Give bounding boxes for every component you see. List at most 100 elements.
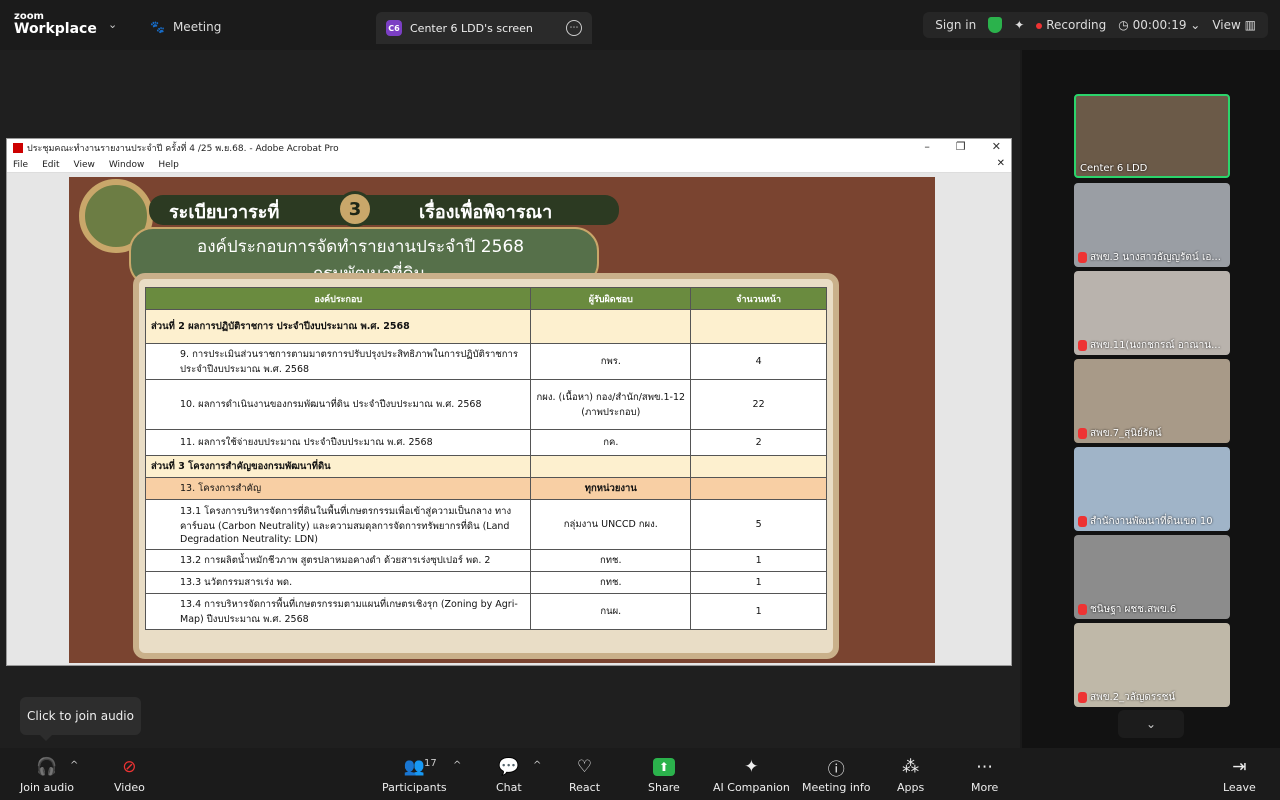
video-tile[interactable]: สพข.3 นางสาวธัญญรัตน์ เอ... xyxy=(1074,183,1230,267)
participant-name: สพข.11(นงกชกรณ์ อาณาน... xyxy=(1078,338,1221,353)
restore-icon[interactable]: ❐ xyxy=(956,140,966,153)
leave-button[interactable]: ⇥ Leave xyxy=(1223,756,1256,794)
meeting-info-button[interactable]: ⓘ Meeting info xyxy=(802,756,871,795)
recording-status[interactable]: Recording xyxy=(1036,18,1106,32)
chat-icon: 💬 xyxy=(498,757,520,777)
participants-icon: 👥 xyxy=(403,757,425,777)
join-audio-button[interactable]: 🎧 Join audio xyxy=(20,756,74,794)
mic-off-icon xyxy=(1078,692,1087,703)
recording-label: Recording xyxy=(1046,18,1107,32)
table-row: 10. ผลการดำเนินงานของกรมพัฒนาที่ดิน ประจ… xyxy=(144,379,827,430)
view-button[interactable]: View ▥ xyxy=(1212,18,1256,32)
participant-gallery: Center 6 LDD สพข.3 นางสาวธัญญรัตน์ เอ...… xyxy=(1022,50,1280,748)
participants-label: Participants xyxy=(382,781,447,794)
video-tile[interactable]: สพข.2_วลัญดรรชน์ xyxy=(1074,623,1230,707)
acrobat-menu-bar: File Edit View Window Help ✕ xyxy=(7,157,1011,173)
share-label: Share xyxy=(648,781,680,794)
participant-name: Center 6 LDD xyxy=(1080,163,1147,174)
menu-edit[interactable]: Edit xyxy=(42,160,59,170)
more-icon: ⋯ xyxy=(976,757,994,777)
more-button[interactable]: ⋯ More xyxy=(971,756,998,794)
join-audio-label: Join audio xyxy=(20,781,74,794)
document-area: ระเบียบวาระที่ 3 เรื่องเพื่อพิจารณา องค์… xyxy=(7,173,1011,665)
slide-heading-1: องค์ประกอบการจัดทำรายงานประจำปี 2568 xyxy=(197,237,525,257)
logo-line2: Workplace xyxy=(14,21,97,37)
ai-companion-button[interactable]: ✦ AI Companion xyxy=(713,756,790,794)
video-tile[interactable]: ชนิษฐา ผชช.สพข.6 xyxy=(1074,535,1230,619)
row-responsible: กผง. (เนื้อหา) กอง/สำนัก/สพข.1-12 (ภาพปร… xyxy=(530,379,692,430)
chevron-down-icon[interactable]: ⌄ xyxy=(108,18,117,31)
row-pages: 1 xyxy=(690,593,827,630)
row-component: 13. โครงการสำคัญ xyxy=(144,477,532,500)
table-row: 13.4 การบริหารจัดการพื้นที่เกษตรกรรมตามแ… xyxy=(144,593,827,630)
chat-label: Chat xyxy=(496,781,522,794)
audio-options-caret[interactable]: ^ xyxy=(70,760,78,771)
row-component: 13.4 การบริหารจัดการพื้นที่เกษตรกรรมตามแ… xyxy=(144,593,532,630)
apps-button[interactable]: ⁂ Apps xyxy=(897,756,924,794)
section-2-title: ส่วนที่ 2 ผลการปฏิบัติราชการ ประจำปีงบปร… xyxy=(144,309,532,344)
menu-window[interactable]: Window xyxy=(109,160,145,170)
apps-icon: ⁂ xyxy=(902,757,920,777)
pdf-icon xyxy=(13,143,23,153)
video-tile[interactable]: สำนักงานพัฒนาที่ดินเขต 10 xyxy=(1074,447,1230,531)
view-label: View xyxy=(1212,18,1241,32)
participants-caret[interactable]: ^ xyxy=(453,760,461,771)
close-doc-icon[interactable]: ✕ xyxy=(997,158,1005,169)
react-button[interactable]: ♡ React xyxy=(569,756,600,794)
participant-name-text: Center 6 LDD xyxy=(1080,163,1148,174)
row-component: 13.1 โครงการบริหารจัดการที่ดินในพื้นที่เ… xyxy=(144,499,532,550)
sparkle-icon[interactable]: ✦ xyxy=(1014,18,1024,32)
sparkle-icon: ✦ xyxy=(744,757,759,777)
shield-icon[interactable] xyxy=(988,17,1003,33)
top-bar: zoom Workplace ⌄ 🐾 Meeting C6 Center 6 L… xyxy=(0,0,1280,50)
more-icon[interactable]: ⋯ xyxy=(566,20,582,36)
chat-button[interactable]: 💬 Chat xyxy=(496,756,522,794)
meeting-tab[interactable]: 🐾 Meeting xyxy=(150,16,221,38)
apps-label: Apps xyxy=(897,781,925,794)
zoom-logo[interactable]: zoom Workplace xyxy=(14,12,97,37)
participant-name-text: สพข.3 นางสาวธัญญรัตน์ เอ... xyxy=(1090,252,1221,263)
acrobat-title: ประชุมคณะทำงานรายงานประจำปี ครั้งที่ 4 /… xyxy=(27,144,339,154)
chevron-down-icon: ⌄ xyxy=(1145,717,1157,731)
section-3-title: ส่วนที่ 3 โครงการสำคัญของกรมพัฒนาที่ดิน xyxy=(144,455,532,478)
ai-companion-label: AI Companion xyxy=(713,781,790,794)
video-tile[interactable]: สพข.11(นงกชกรณ์ อาณาน... xyxy=(1074,271,1230,355)
minimize-icon[interactable]: – xyxy=(924,140,930,153)
row-responsible: กนผ. xyxy=(530,593,692,630)
video-tile[interactable]: Center 6 LDD xyxy=(1074,94,1230,178)
table-row: 13.1 โครงการบริหารจัดการที่ดินในพื้นที่เ… xyxy=(144,499,827,550)
screen-share-tab[interactable]: C6 Center 6 LDD's screen ⋯ xyxy=(376,12,592,44)
participant-name-text: สพข.7_สุนิย์รัตน์ xyxy=(1090,428,1162,439)
table-row: 13. โครงการสำคัญ ทุกหน่วยงาน xyxy=(144,477,827,500)
row-component: 10. ผลการดำเนินงานของกรมพัฒนาที่ดิน ประจ… xyxy=(144,379,532,430)
meeting-info-label: Meeting info xyxy=(802,781,871,794)
menu-help[interactable]: Help xyxy=(158,160,179,170)
top-right-controls: Sign in ✦ Recording ◷ 00:00:19 ⌄ View ▥ xyxy=(923,12,1268,38)
share-icon: ⬆ xyxy=(652,756,675,778)
sign-in-button[interactable]: Sign in xyxy=(935,18,976,32)
section-row: ส่วนที่ 2 ผลการปฏิบัติราชการ ประจำปีงบปร… xyxy=(144,309,827,344)
close-icon[interactable]: ✕ xyxy=(992,140,1001,153)
info-icon: ⓘ xyxy=(827,759,845,780)
slide: ระเบียบวาระที่ 3 เรื่องเพื่อพิจารณา องค์… xyxy=(69,177,935,663)
video-label: Video xyxy=(114,781,145,794)
share-button[interactable]: ⬆ Share xyxy=(648,756,680,794)
row-pages: 22 xyxy=(690,379,827,430)
menu-file[interactable]: File xyxy=(13,160,28,170)
participants-button[interactable]: 👥 Participants xyxy=(382,756,447,794)
mic-off-icon xyxy=(1078,604,1087,615)
video-tile[interactable]: สพข.7_สุนิย์รัตน์ xyxy=(1074,359,1230,443)
row-pages: 2 xyxy=(690,429,827,456)
participant-name-text: สพข.2_วลัญดรรชน์ xyxy=(1090,692,1176,703)
timer[interactable]: ◷ 00:00:19 ⌄ xyxy=(1118,18,1200,32)
acrobat-title-bar: ประชุมคณะทำงานรายงานประจำปี ครั้งที่ 4 /… xyxy=(7,139,1011,157)
menu-view[interactable]: View xyxy=(74,160,95,170)
row-responsible: กทช. xyxy=(530,571,692,594)
chat-caret[interactable]: ^ xyxy=(533,760,541,771)
row-component: 13.2 การผลิตน้ำหมักชีวภาพ สูตรปลาหมอคางด… xyxy=(144,549,532,572)
video-button[interactable]: ⊘ Video xyxy=(114,756,145,794)
gallery-scroll-down-button[interactable]: ⌄ xyxy=(1118,710,1184,738)
mic-off-icon xyxy=(1078,340,1087,351)
participant-name: สพข.3 นางสาวธัญญรัตน์ เอ... xyxy=(1078,250,1221,265)
table-header-row: องค์ประกอบ ผู้รับผิดชอบ จำนวนหน้า xyxy=(144,287,827,310)
